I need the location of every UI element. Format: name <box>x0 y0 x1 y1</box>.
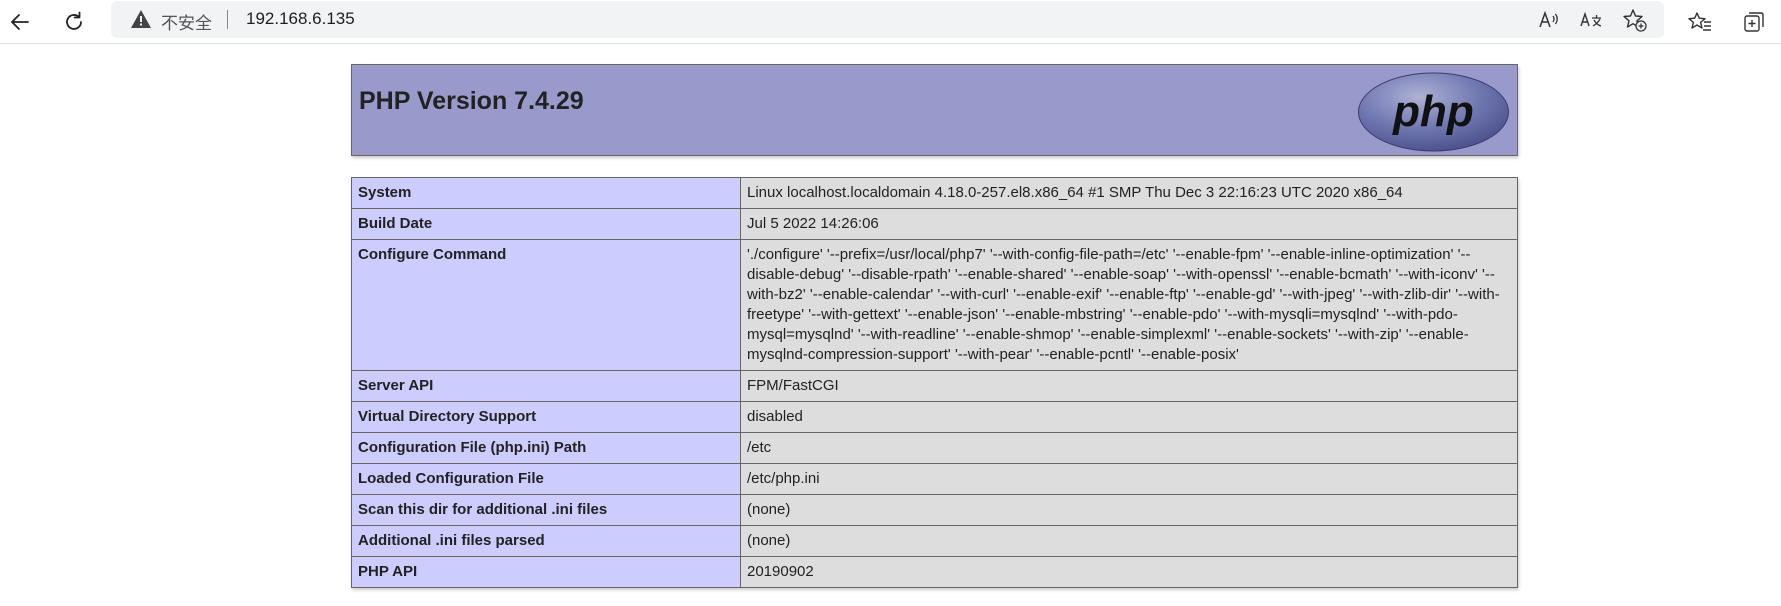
add-favorite-button[interactable] <box>1621 7 1649 33</box>
table-row: Server API FPM/FastCGI <box>351 370 1518 402</box>
url-text[interactable]: 192.168.6.135 <box>246 9 355 29</box>
row-label: Scan this dir for additional .ini files <box>351 494 741 526</box>
table-row: Loaded Configuration File/etc/php.ini <box>351 463 1518 495</box>
read-aloud-button[interactable] <box>1535 7 1563 33</box>
row-value: /etc <box>740 432 1518 464</box>
favorites-button[interactable] <box>1684 6 1716 38</box>
table-row: Scan this dir for additional .ini files(… <box>351 494 1518 526</box>
translate-icon <box>1580 11 1602 27</box>
row-label: System <box>351 177 741 209</box>
read-aloud-icon <box>1539 10 1558 28</box>
row-value: './configure' '--prefix=/usr/local/php7'… <box>740 239 1518 371</box>
row-value: 20190902 <box>740 556 1518 588</box>
back-button[interactable] <box>4 6 36 38</box>
row-value: disabled <box>740 401 1518 433</box>
table-row: PHP API 20190902 <box>351 556 1518 588</box>
phpinfo-page: PHP Version 7.4.29 php System Linux local… <box>351 64 1518 588</box>
row-label: PHP API <box>351 556 741 588</box>
star-plus-icon <box>1623 9 1647 32</box>
php-header: PHP Version 7.4.29 php <box>351 64 1518 156</box>
collections-icon <box>1744 12 1764 32</box>
row-value: FPM/FastCGI <box>740 370 1518 402</box>
address-separator <box>227 10 228 29</box>
warning-triangle-icon[interactable] <box>130 9 152 29</box>
php-logo-text: php <box>1392 87 1474 136</box>
favorites-list-icon <box>1688 12 1711 31</box>
row-value: (none) <box>740 494 1518 526</box>
row-value: Jul 5 2022 14:26:06 <box>740 208 1518 240</box>
translate-button[interactable] <box>1577 7 1605 33</box>
row-label: Loaded Configuration File <box>351 463 741 495</box>
refresh-icon <box>66 11 82 30</box>
table-row: Virtual Directory Support disabled <box>351 401 1518 433</box>
row-value: (none) <box>740 525 1518 557</box>
row-label: Additional .ini files parsed <box>351 525 741 557</box>
table-row: Build Date Jul 5 2022 14:26:06 <box>351 208 1518 240</box>
arrow-left-icon <box>11 14 29 30</box>
row-label: Configure Command <box>351 239 741 371</box>
php-logo[interactable]: php <box>1356 71 1511 153</box>
table-row: Additional .ini files parsed (none) <box>351 525 1518 557</box>
collections-button[interactable] <box>1738 6 1770 38</box>
address-bar[interactable]: 不安全 192.168.6.135 <box>111 1 1664 38</box>
page-title: PHP Version 7.4.29 <box>359 87 584 115</box>
row-label: Build Date <box>351 208 741 240</box>
row-label: Configuration File (php.ini) Path <box>351 432 741 464</box>
browser-toolbar: 不安全 192.168.6.135 <box>0 0 1781 44</box>
table-row: Configuration File (php.ini) Path/etc <box>351 432 1518 464</box>
row-label: Virtual Directory Support <box>351 401 741 433</box>
refresh-button[interactable] <box>58 6 90 38</box>
row-value: /etc/php.ini <box>740 463 1518 495</box>
security-status-label[interactable]: 不安全 <box>161 9 212 34</box>
row-label: Server API <box>351 370 741 402</box>
table-row: Configure Command './configure' '--prefix… <box>351 239 1518 371</box>
table-row: System Linux localhost.localdomain 4.18.0… <box>351 177 1518 209</box>
php-info-table: System Linux localhost.localdomain 4.18.0… <box>351 177 1518 588</box>
row-value: Linux localhost.localdomain 4.18.0-257.e… <box>740 177 1518 209</box>
